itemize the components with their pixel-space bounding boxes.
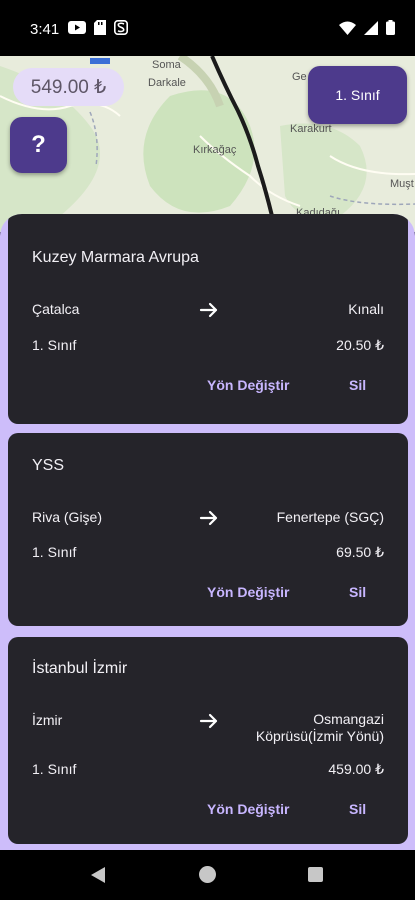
route-to: Fenertepe (SGÇ): [276, 509, 384, 525]
route-price: 459.00 ₺: [328, 761, 384, 777]
route-price: 69.50 ₺: [336, 544, 384, 560]
route-class: 1. Sınıf: [32, 761, 77, 777]
route-from: Riva (Gişe): [32, 509, 103, 525]
navigation-bar: [0, 850, 415, 900]
recent-apps-icon[interactable]: [308, 867, 323, 882]
status-time: 3:41: [30, 21, 60, 38]
reverse-direction-button[interactable]: Yön Değiştir: [207, 801, 289, 817]
route-class: 1. Sınıf: [32, 337, 77, 353]
home-icon[interactable]: [199, 866, 216, 883]
reverse-direction-button[interactable]: Yön Değiştir: [207, 377, 289, 393]
battery-icon: [386, 20, 395, 35]
route-title: Kuzey Marmara Avrupa: [32, 249, 199, 266]
route-title: İstanbul İzmir: [32, 660, 128, 677]
wifi-icon: [339, 21, 356, 35]
routes-bottom-sheet[interactable]: Kuzey Marmara Avrupa Çatalca Kınalı 1. S…: [0, 214, 415, 850]
map-label-soma: Soma: [152, 59, 182, 71]
delete-button[interactable]: Sil: [349, 801, 366, 817]
route-from: İzmir: [32, 712, 63, 728]
status-bar: 3:41: [0, 0, 415, 56]
map-label-karakurt: Karakurt: [290, 123, 332, 135]
map-label-must: Muşt: [390, 178, 414, 190]
sd-card-icon: [94, 20, 106, 35]
delete-button[interactable]: Sil: [349, 377, 366, 393]
system-icons: [339, 20, 395, 35]
route-title: YSS: [32, 457, 65, 474]
route-to: Kınalı: [348, 301, 384, 317]
back-icon[interactable]: [90, 867, 106, 883]
reverse-direction-button[interactable]: Yön Değiştir: [207, 584, 289, 600]
arrow-right-icon: [199, 510, 218, 526]
youtube-icon: [68, 21, 86, 34]
arrow-right-icon: [199, 302, 218, 318]
route-class: 1. Sınıf: [32, 544, 77, 560]
route-price: 20.50 ₺: [336, 337, 384, 353]
help-button[interactable]: ?: [10, 117, 67, 173]
map-label-ge: Ge: [292, 71, 307, 83]
delete-button[interactable]: Sil: [349, 584, 366, 600]
map-label-kirkagac: Kırkağaç: [193, 144, 237, 156]
notification-icons: [68, 20, 128, 35]
route-to: Osmangazi Köprüsü(İzmir Yönü): [256, 711, 384, 745]
route-card: Kuzey Marmara Avrupa Çatalca Kınalı 1. S…: [8, 214, 408, 424]
total-price-chip: 549.00 ₺: [13, 68, 124, 106]
vehicle-class-button[interactable]: 1. Sınıf: [308, 66, 407, 124]
route-to-line1: Osmangazi: [313, 711, 384, 727]
route-card: İstanbul İzmir İzmir Osmangazi Köprüsü(İ…: [8, 637, 408, 844]
map-label-darkale: Darkale: [148, 77, 186, 89]
arrow-right-icon: [199, 713, 218, 729]
route-to-line2: Köprüsü(İzmir Yönü): [255, 728, 384, 744]
route-card: YSS Riva (Gişe) Fenertepe (SGÇ) 1. Sınıf…: [8, 433, 408, 626]
cellular-icon: [364, 20, 378, 35]
s-logo-icon: [114, 20, 128, 35]
route-from: Çatalca: [32, 301, 80, 317]
